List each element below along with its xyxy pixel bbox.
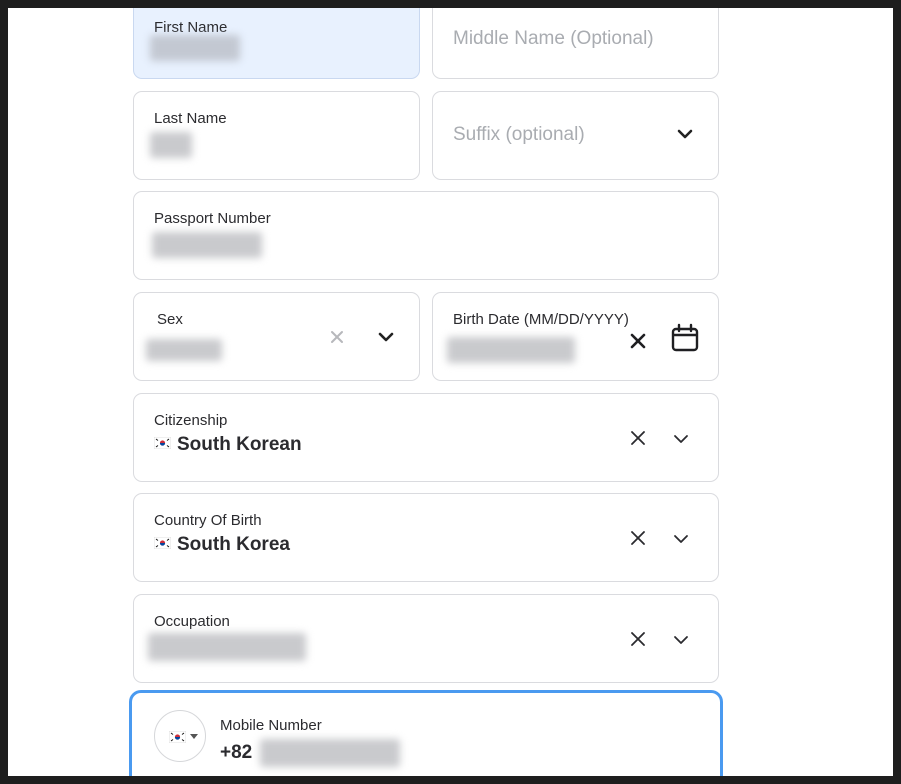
suffix-placeholder: Suffix (optional) bbox=[453, 124, 585, 145]
south-korea-flag-icon bbox=[154, 537, 171, 549]
occupation-label: Occupation bbox=[154, 613, 230, 630]
clear-icon[interactable] bbox=[630, 631, 646, 647]
chevron-down-icon[interactable] bbox=[377, 331, 395, 343]
citizenship-value: South Korean bbox=[154, 434, 302, 456]
chevron-down-icon[interactable] bbox=[672, 634, 690, 646]
passport-number-value-redacted bbox=[152, 232, 262, 258]
first-name-field[interactable]: First Name bbox=[133, 8, 420, 79]
birth-date-value-redacted bbox=[447, 337, 575, 363]
country-code-selector[interactable] bbox=[154, 710, 206, 762]
passport-number-field[interactable]: Passport Number bbox=[133, 191, 719, 280]
chevron-down-icon[interactable] bbox=[672, 433, 690, 445]
first-name-label: First Name bbox=[154, 19, 228, 36]
citizenship-select[interactable]: Citizenship South Korean bbox=[133, 393, 719, 482]
last-name-label: Last Name bbox=[154, 110, 227, 127]
occupation-select[interactable]: Occupation bbox=[133, 594, 719, 683]
sex-value-redacted bbox=[146, 339, 222, 361]
first-name-value-redacted bbox=[150, 35, 240, 61]
chevron-down-icon[interactable] bbox=[676, 128, 694, 140]
chevron-down-icon[interactable] bbox=[672, 533, 690, 545]
mobile-number-label: Mobile Number bbox=[220, 717, 322, 734]
calendar-icon[interactable] bbox=[670, 323, 700, 353]
country-of-birth-text: South Korea bbox=[177, 534, 290, 555]
clear-icon[interactable] bbox=[630, 430, 646, 446]
passport-number-label: Passport Number bbox=[154, 210, 271, 227]
occupation-value-redacted bbox=[148, 633, 306, 661]
last-name-value-redacted bbox=[150, 132, 192, 158]
citizenship-label: Citizenship bbox=[154, 412, 228, 429]
clear-icon[interactable] bbox=[630, 530, 646, 546]
sex-label: Sex bbox=[157, 311, 183, 328]
country-of-birth-value: South Korea bbox=[154, 534, 290, 556]
middle-name-field[interactable]: Middle Name (Optional) bbox=[432, 8, 719, 79]
mobile-number-field[interactable]: Mobile Number +82 bbox=[129, 690, 723, 776]
south-korea-flag-icon bbox=[169, 731, 186, 743]
south-korea-flag-icon bbox=[154, 437, 171, 449]
mobile-number-value-redacted bbox=[260, 739, 400, 767]
clear-icon[interactable] bbox=[330, 330, 344, 344]
clear-icon[interactable] bbox=[630, 333, 646, 349]
middle-name-placeholder: Middle Name (Optional) bbox=[453, 28, 654, 49]
citizenship-text: South Korean bbox=[177, 434, 302, 455]
suffix-select[interactable]: Suffix (optional) bbox=[432, 91, 719, 180]
last-name-field[interactable]: Last Name bbox=[133, 91, 420, 180]
dial-code: +82 bbox=[220, 742, 253, 763]
caret-down-icon bbox=[190, 734, 198, 739]
country-of-birth-label: Country Of Birth bbox=[154, 512, 262, 529]
passenger-form: First Name Middle Name (Optional) Last N… bbox=[8, 8, 893, 776]
birth-date-field[interactable]: Birth Date (MM/DD/YYYY) bbox=[432, 292, 719, 381]
sex-select[interactable]: Sex bbox=[133, 292, 420, 381]
birth-date-label: Birth Date (MM/DD/YYYY) bbox=[453, 311, 629, 328]
country-of-birth-select[interactable]: Country Of Birth South Korea bbox=[133, 493, 719, 582]
